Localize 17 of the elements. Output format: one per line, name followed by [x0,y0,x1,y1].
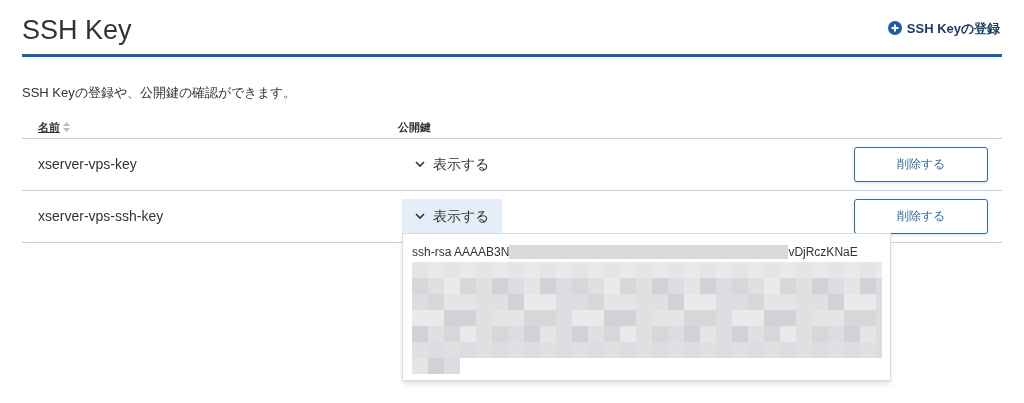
key-text: ssh-rsa AAAAB3N [412,244,510,261]
show-key-toggle[interactable]: 表示する [402,147,502,181]
show-key-toggle[interactable]: 表示する [402,199,502,233]
column-header: 公開鍵 [398,120,431,133]
sort-icon [63,122,70,132]
key-name: xserver-vps-key [37,154,138,174]
plus-circle-icon [887,21,902,36]
description-text: SSH Keyの登録や、公開鍵の確認ができます。 [22,84,297,102]
key-text: vDjRczKNaE [788,244,858,261]
column-header[interactable]: 名前 [38,118,60,136]
register-key-link[interactable]: SSH Keyの登録 [887,18,1000,38]
chevron-down-icon [415,160,425,168]
page-title: SSH Key [22,14,132,46]
chevron-down-icon [415,212,425,220]
delete-button[interactable]: 削除する [854,198,988,234]
delete-button[interactable]: 削除する [854,146,988,182]
key-name: xserver-vps-ssh-key [37,206,165,226]
